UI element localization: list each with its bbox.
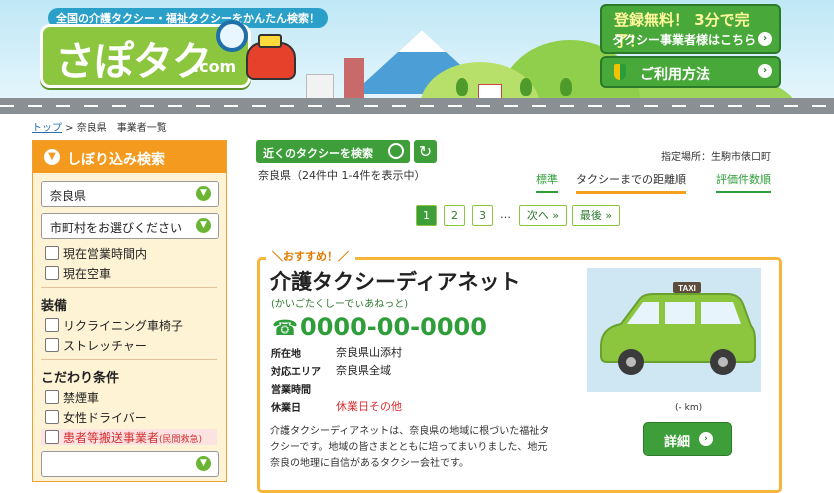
building-decoration bbox=[306, 74, 334, 100]
beginner-mark-icon bbox=[614, 64, 626, 80]
breadcrumb-separator: > bbox=[62, 123, 77, 134]
search-icon bbox=[388, 143, 404, 159]
field-label-holiday: 休業日 bbox=[271, 403, 301, 414]
tree-decoration bbox=[560, 78, 572, 96]
breadcrumb: トップ > 奈良県 事業者一覧 bbox=[32, 119, 167, 134]
chevron-down-icon: ▼ bbox=[196, 218, 211, 233]
filter-title: しぼり込み検索 bbox=[67, 152, 165, 168]
checkbox[interactable] bbox=[45, 390, 59, 404]
checkbox[interactable] bbox=[45, 430, 59, 444]
building-decoration bbox=[344, 58, 364, 98]
specified-location: 指定場所：生駒市俵口町 bbox=[661, 152, 771, 163]
equipment-section-title: 装備 bbox=[41, 299, 68, 314]
field-label-hours: 営業時間 bbox=[271, 385, 311, 396]
tree-decoration bbox=[456, 78, 468, 96]
refresh-button[interactable]: ↻ bbox=[414, 140, 437, 163]
checkbox-label: 女性ドライバー bbox=[63, 411, 147, 425]
chevron-right-icon: › bbox=[758, 32, 772, 46]
phone-icon: ☎ bbox=[272, 316, 299, 340]
tree-decoration bbox=[520, 78, 532, 96]
checkbox[interactable] bbox=[45, 338, 59, 352]
taxi-sign: TAXI bbox=[678, 284, 696, 293]
usage-guide-button[interactable]: ご利用方法 › bbox=[600, 56, 781, 88]
checkbox-label: 患者等搬送事業者(民間救急) bbox=[63, 429, 202, 446]
prefecture-select[interactable]: 奈良県 ▼ bbox=[41, 181, 219, 207]
road-decoration bbox=[0, 98, 834, 114]
result-count: 奈良県（24件中 1-4件を表示中） bbox=[258, 169, 426, 182]
sort-tab-distance[interactable]: タクシーまでの距離順 bbox=[576, 171, 686, 194]
breadcrumb-home-link[interactable]: トップ bbox=[32, 123, 62, 134]
page-2-button[interactable]: 2 bbox=[444, 205, 465, 226]
filter-header: ▼ しぼり込み検索 bbox=[33, 141, 226, 173]
taxi-illustration: TAXI bbox=[587, 268, 761, 392]
sort-tab-reviews[interactable]: 評価件数順 bbox=[716, 171, 771, 193]
checkbox-label: リクライニング車椅子 bbox=[63, 319, 184, 333]
register-button[interactable]: 登録無料！ 3分で完了！ タクシー事業者様はこちら › bbox=[600, 4, 781, 54]
field-value-address: 奈良県山添村 bbox=[336, 346, 402, 359]
checkbox-label: 現在空車 bbox=[63, 267, 112, 281]
listing-description: 介護タクシーディアネットは、奈良県の地域に根づいた福祉タクシーです。地域の皆さま… bbox=[270, 426, 550, 469]
divider bbox=[41, 359, 217, 360]
refresh-icon: ↻ bbox=[418, 142, 433, 161]
checkbox[interactable] bbox=[45, 266, 59, 280]
magnifier-icon bbox=[216, 20, 248, 52]
extra-select[interactable]: ▼ bbox=[41, 451, 219, 477]
chevron-down-icon: ▼ bbox=[196, 186, 211, 201]
chevron-right-icon: › bbox=[758, 64, 772, 78]
taxi-mascot-icon bbox=[246, 34, 296, 80]
patient-transport-sub: (民間救急) bbox=[159, 435, 203, 445]
breadcrumb-current: 奈良県 事業者一覧 bbox=[76, 123, 167, 134]
city-select[interactable]: 市町村をお選びください ▼ bbox=[41, 213, 219, 239]
last-page-button[interactable]: 最後 » bbox=[572, 205, 620, 226]
field-value-area: 奈良県全域 bbox=[336, 364, 391, 377]
detail-button-label: 詳細 bbox=[664, 435, 691, 450]
city-select-value: 市町村をお選びください bbox=[50, 221, 183, 235]
patient-transport-label: 患者等搬送事業者 bbox=[63, 431, 160, 445]
register-subline: タクシー事業者様はこちら bbox=[612, 33, 757, 47]
listing-phone[interactable]: 0000-00-0000 bbox=[300, 313, 487, 341]
nearby-search-button[interactable]: 近くのタクシーを検索 bbox=[256, 140, 410, 163]
checkbox-label: 現在営業時間内 bbox=[63, 247, 148, 261]
listing-name[interactable]: 介護タクシーディアネット bbox=[270, 266, 521, 296]
logo-text: さぽタク bbox=[55, 39, 212, 85]
site-header: 全国の介護タクシー・福祉タクシーをかんたん検索！ さぽタク .com 登録無料！… bbox=[0, 0, 834, 114]
page-1-button[interactable]: 1 bbox=[416, 205, 437, 226]
listing-kana: (かいごたくしーでぃあねっと) bbox=[271, 299, 409, 310]
next-page-button[interactable]: 次へ » bbox=[519, 205, 567, 226]
detail-button[interactable]: 詳細 › bbox=[643, 422, 732, 456]
checkbox-label: 禁煙車 bbox=[63, 391, 100, 405]
preferences-section-title: こだわり条件 bbox=[41, 371, 120, 386]
checkbox[interactable] bbox=[45, 410, 59, 424]
logo-suffix: .com bbox=[193, 57, 237, 76]
prefecture-select-value: 奈良県 bbox=[50, 189, 87, 203]
sort-tab-standard[interactable]: 標準 bbox=[536, 171, 558, 193]
taxi-image: TAXI bbox=[587, 268, 761, 392]
recommended-badge: ＼おすすめ！／ bbox=[266, 248, 355, 264]
filter-sidebar: ▼ しぼり込み検索 奈良県 ▼ 市町村をお選びください ▼ 現在営業時間内 現在… bbox=[32, 140, 227, 482]
mountain-snow-decoration bbox=[398, 30, 446, 52]
chevron-right-icon: › bbox=[699, 432, 713, 446]
field-label-address: 所在地 bbox=[271, 349, 301, 360]
chevron-down-icon: ▼ bbox=[196, 456, 211, 471]
page-3-button[interactable]: 3 bbox=[472, 205, 493, 226]
divider bbox=[41, 287, 217, 288]
checkbox[interactable] bbox=[45, 246, 59, 260]
field-value-holiday: 休業日その他 bbox=[336, 400, 402, 413]
field-label-area: 対応エリア bbox=[271, 367, 321, 378]
distance-label: (- km) bbox=[675, 403, 703, 413]
chevron-down-icon: ▼ bbox=[44, 149, 60, 165]
nearby-search-label: 近くのタクシーを検索 bbox=[263, 147, 373, 160]
usage-guide-label: ご利用方法 bbox=[640, 67, 710, 83]
checkbox-label: ストレッチャー bbox=[63, 339, 147, 353]
checkbox[interactable] bbox=[45, 318, 59, 332]
pagination-ellipsis: … bbox=[500, 208, 511, 221]
